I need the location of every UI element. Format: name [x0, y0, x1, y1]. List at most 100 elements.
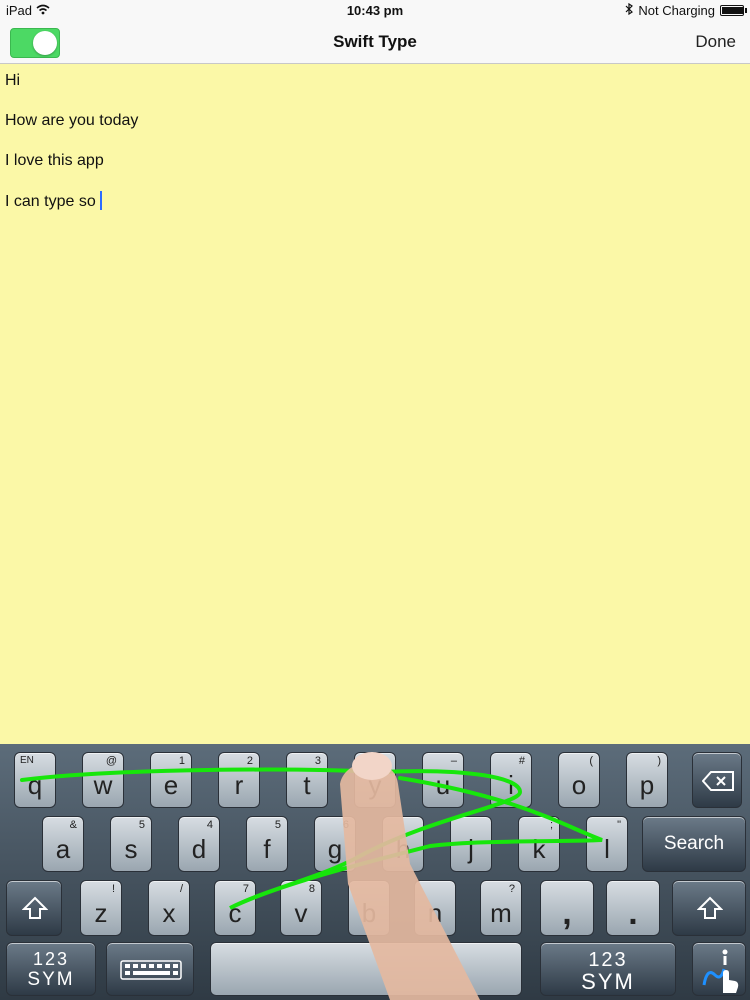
- key-label: ,: [562, 894, 572, 932]
- page-title: Swift Type: [333, 32, 417, 51]
- key-sub: 6: [342, 819, 349, 831]
- status-right: Not Charging: [625, 2, 747, 18]
- key-period[interactable]: .: [606, 880, 660, 936]
- key-label: f: [263, 834, 271, 864]
- key-u[interactable]: – u: [422, 752, 464, 808]
- text-caret: [99, 191, 102, 210]
- key-z[interactable]: ! z: [80, 880, 122, 936]
- battery-icon: [720, 5, 747, 16]
- key-h[interactable]: h: [382, 816, 424, 872]
- swype-key[interactable]: [692, 942, 746, 996]
- sym-label-bottom: SYM: [27, 969, 75, 990]
- key-sub: @: [105, 755, 117, 767]
- sym-key-left[interactable]: 123 SYM: [6, 942, 96, 996]
- key-v[interactable]: 8v: [280, 880, 322, 936]
- key-sub: 2: [246, 755, 253, 767]
- key-r[interactable]: 2r: [218, 752, 260, 808]
- key-q[interactable]: EN q: [14, 752, 56, 808]
- key-s[interactable]: 5s: [110, 816, 152, 872]
- sym-label-bottom: SYM: [581, 969, 635, 994]
- text-line: How are you today: [5, 112, 139, 129]
- key-d[interactable]: 4d: [178, 816, 220, 872]
- key-label: b: [361, 898, 377, 928]
- key-label: l: [604, 834, 610, 864]
- done-button[interactable]: Done: [695, 32, 736, 52]
- key-label: n: [427, 898, 443, 928]
- key-t[interactable]: 3t: [286, 752, 328, 808]
- backspace-icon: [701, 771, 734, 796]
- key-f[interactable]: 5f: [246, 816, 288, 872]
- key-sub: (: [589, 755, 593, 767]
- status-bar: iPad 10:43 pm Not Charging: [0, 0, 750, 20]
- key-label: u: [435, 770, 451, 800]
- shift-left-key[interactable]: [6, 880, 62, 936]
- swype-info-icon: [699, 947, 741, 998]
- key-sub: /: [179, 883, 183, 895]
- bluetooth-icon: [625, 2, 634, 18]
- key-a[interactable]: & a: [42, 816, 84, 872]
- key-x[interactable]: / x: [148, 880, 190, 936]
- shift-right-key[interactable]: [672, 880, 746, 936]
- key-k[interactable]: ; k: [518, 816, 560, 872]
- key-sub: 8: [308, 883, 315, 895]
- key-sub: 5: [138, 819, 145, 831]
- sym-key-right[interactable]: 123 SYM: [540, 942, 676, 996]
- key-sub: ): [657, 755, 661, 767]
- text-editor[interactable]: Hi How are you today I love this app I c…: [0, 64, 750, 744]
- key-i[interactable]: # i: [490, 752, 532, 808]
- key-g[interactable]: 6g: [314, 816, 356, 872]
- key-label: v: [294, 898, 308, 928]
- key-label: g: [327, 834, 343, 864]
- search-button[interactable]: Search: [642, 816, 746, 872]
- key-label: j: [468, 834, 474, 864]
- key-w[interactable]: @ w: [82, 752, 124, 808]
- charging-status: Not Charging: [638, 3, 715, 18]
- text-line: I love this app: [5, 152, 104, 169]
- key-label: x: [162, 898, 176, 928]
- shift-icon: [21, 896, 49, 925]
- sym-label-top: 123: [32, 949, 70, 969]
- key-label: d: [191, 834, 207, 864]
- shift-icon: [696, 896, 724, 925]
- key-sub: 1: [178, 755, 185, 767]
- key-label: .: [628, 894, 638, 932]
- key-label: e: [163, 770, 179, 800]
- key-m[interactable]: ? m: [480, 880, 522, 936]
- key-j[interactable]: j: [450, 816, 492, 872]
- key-b[interactable]: b: [348, 880, 390, 936]
- language-label: EN: [20, 755, 34, 766]
- key-comma[interactable]: ,: [540, 880, 594, 936]
- backspace-key[interactable]: [692, 752, 742, 808]
- key-label: c: [228, 898, 242, 928]
- keyboard: EN q @ w 1e 2r 3t y – u # i (o ) p & a 5s 4d 5…: [0, 744, 750, 1000]
- text-line: Hi: [5, 72, 21, 89]
- space-bar[interactable]: [210, 942, 522, 996]
- key-label: z: [94, 898, 108, 928]
- key-sub: ?: [508, 883, 515, 895]
- key-o[interactable]: (o: [558, 752, 600, 808]
- key-n[interactable]: n: [414, 880, 456, 936]
- key-c[interactable]: 7c: [214, 880, 256, 936]
- key-label: w: [93, 770, 113, 800]
- search-label: Search: [663, 833, 725, 854]
- key-sub: –: [450, 755, 457, 767]
- keyboard-icon: [120, 960, 182, 985]
- key-sub: 4: [206, 819, 213, 831]
- key-sub: ": [617, 819, 621, 831]
- key-label: s: [124, 834, 138, 864]
- key-label: r: [234, 770, 244, 800]
- text-line-text: I can type so: [5, 193, 96, 210]
- key-sub: 5: [274, 819, 281, 831]
- key-y[interactable]: y: [354, 752, 396, 808]
- key-e[interactable]: 1e: [150, 752, 192, 808]
- key-p[interactable]: ) p: [626, 752, 668, 808]
- key-l[interactable]: " l: [586, 816, 628, 872]
- key-sub: 7: [242, 883, 249, 895]
- key-sub: 3: [314, 755, 321, 767]
- key-label: i: [508, 770, 514, 800]
- key-sub: !: [111, 883, 115, 895]
- hide-keyboard-key[interactable]: [106, 942, 194, 996]
- key-label: k: [532, 834, 546, 864]
- key-label: m: [490, 898, 512, 928]
- key-label: o: [571, 770, 587, 800]
